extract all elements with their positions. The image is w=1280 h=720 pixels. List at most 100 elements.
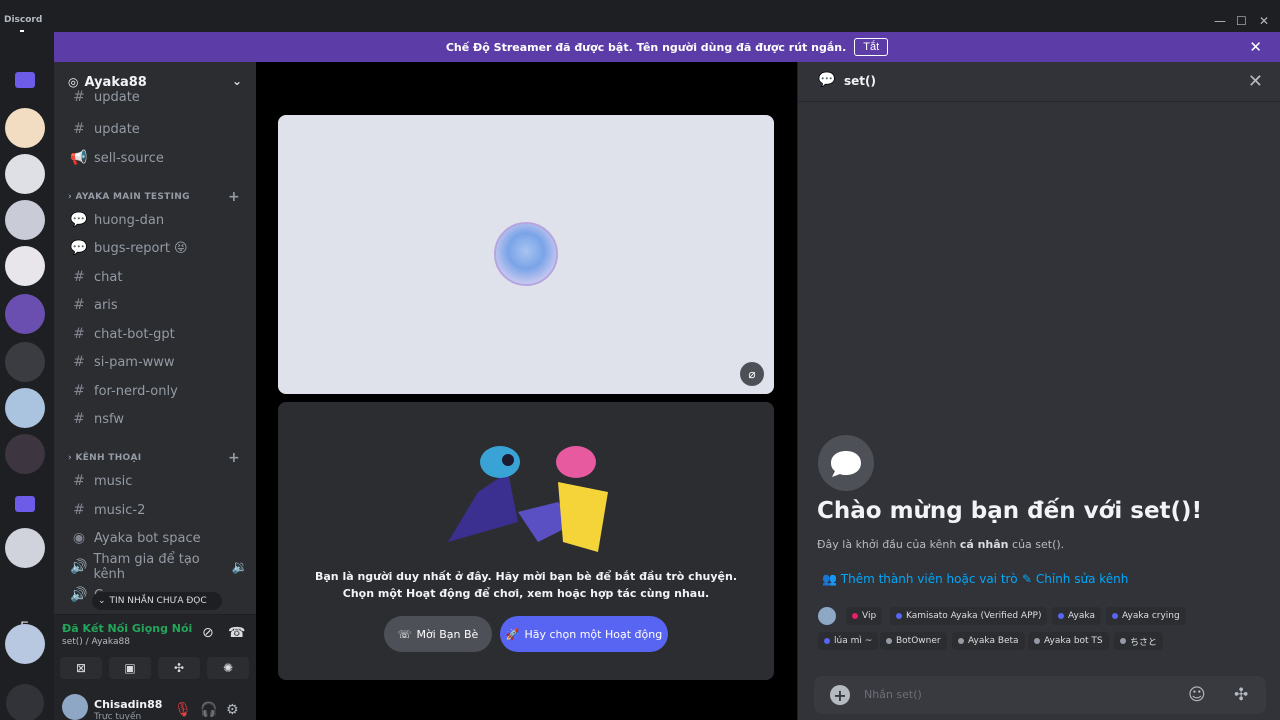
chat-header: 💬 set() ✕	[798, 62, 1280, 102]
rocket-icon: 🚀	[505, 627, 520, 641]
soundboard-icon: ✺	[222, 661, 234, 675]
server-name: Ayaka88	[84, 74, 147, 90]
server-icon[interactable]	[5, 342, 45, 382]
settings-gear-icon[interactable]: ⚙	[226, 702, 239, 718]
invite-message-line2: Chọn một Hoạt động để chơi, xem hoặc hợp…	[342, 587, 710, 600]
screen-share-button[interactable]: ▣	[109, 657, 151, 679]
server-icon[interactable]	[5, 624, 45, 664]
role-dot-icon	[852, 613, 858, 619]
role-tag[interactable]: Kamisato Ayaka (Verified APP)	[890, 607, 1048, 625]
role-tag[interactable]: Ayaka Beta	[952, 632, 1025, 650]
maximize-icon[interactable]: ☐	[1236, 14, 1247, 28]
chat-bubble-icon	[818, 435, 874, 491]
disconnect-icon[interactable]: ☎	[228, 625, 245, 641]
app-title: Discord	[4, 15, 43, 25]
server-icon[interactable]	[5, 388, 45, 428]
folder-icon[interactable]	[15, 72, 35, 88]
chevron-down-icon[interactable]: ⌄	[232, 74, 242, 88]
role-tag[interactable]: Ayaka bot TS	[1028, 632, 1109, 650]
discover-icon[interactable]	[6, 684, 44, 720]
disable-streamer-button[interactable]: Tắt	[854, 38, 889, 56]
server-icon[interactable]	[5, 200, 45, 240]
role-tag[interactable]: Ayaka crying	[1106, 607, 1186, 625]
folder-icon[interactable]	[15, 496, 35, 512]
participant-tile[interactable]: ⌀	[278, 115, 774, 394]
avatar[interactable]	[818, 607, 836, 625]
hash-icon: #	[73, 269, 85, 285]
channel-item[interactable]: # aris	[62, 292, 248, 318]
unread-messages-pill[interactable]: ⌄ TIN NHẮN CHƯA ĐỌC	[92, 592, 222, 610]
banner-close-icon[interactable]: ✕	[1249, 38, 1262, 56]
role-tag[interactable]: Vip	[846, 607, 883, 625]
announcement-icon: 📢	[70, 150, 88, 166]
speaker-icon: 🔊	[70, 559, 88, 575]
server-icon[interactable]	[5, 246, 45, 286]
role-tag[interactable]: ちさと	[1114, 632, 1164, 650]
server-icon[interactable]	[5, 528, 45, 568]
hash-icon: #	[73, 90, 85, 104]
server-icon[interactable]	[5, 154, 45, 194]
channel-item[interactable]: 📢 sell-source	[62, 145, 248, 171]
close-window-icon[interactable]: ✕	[1259, 14, 1269, 28]
channel-item[interactable]: # si-pam-www	[62, 349, 248, 375]
channel-item[interactable]: # chat-bot-gpt	[62, 321, 248, 347]
add-channel-icon[interactable]: +	[228, 450, 240, 466]
choose-activity-button[interactable]: 🚀 Hãy chọn một Hoạt động	[500, 616, 668, 652]
channel-item[interactable]: # music	[62, 468, 248, 494]
soundboard-button[interactable]: ✺	[207, 657, 249, 679]
category-header[interactable]: › AYAKA MAIN TESTING +	[62, 189, 248, 205]
hash-icon: #	[73, 326, 85, 342]
hash-icon: #	[73, 411, 85, 427]
emoji-icon[interactable]: ☺	[1188, 685, 1206, 705]
video-off-button[interactable]: ⊠	[60, 657, 102, 679]
channel-item[interactable]: # update	[62, 90, 248, 104]
minimize-icon[interactable]: —	[1214, 14, 1226, 28]
role-tag[interactable]: Ayaka	[1052, 607, 1101, 625]
attach-plus-icon[interactable]: +	[830, 685, 850, 705]
edit-channel-link[interactable]: ✎ Chỉnh sửa kênh	[1022, 572, 1128, 586]
category-header[interactable]: › KÊNH THOẠI +	[62, 450, 248, 466]
banner-text: Chế Độ Streamer đã được bật. Tên người d…	[445, 40, 847, 54]
channel-item[interactable]: # update	[62, 116, 248, 142]
message-composer: + Nhắn set() ☺ ✣	[814, 676, 1266, 714]
role-tag[interactable]: BotOwner	[880, 632, 947, 650]
server-icon[interactable]	[5, 434, 45, 474]
hash-icon: #	[73, 121, 85, 137]
channel-item[interactable]: # for-nerd-only	[62, 378, 248, 404]
add-members-link[interactable]: 👥 Thêm thành viên hoặc vai trò	[822, 572, 1018, 586]
hash-icon: #	[73, 354, 85, 370]
server-icon[interactable]	[5, 108, 45, 148]
add-channel-icon[interactable]: +	[228, 189, 240, 205]
chat-title: set()	[844, 74, 876, 88]
invite-friends-button[interactable]: ☏ Mời Bạn Bè	[384, 616, 492, 652]
voice-status[interactable]: Đã Kết Nối Giọng Nói	[62, 622, 192, 635]
headphones-icon[interactable]: 🎧	[200, 702, 217, 718]
chat-bubble-icon: 💬	[818, 72, 836, 88]
noise-suppression-icon[interactable]: ⊘	[202, 625, 214, 641]
avatar[interactable]	[62, 694, 88, 720]
channel-item[interactable]: # chat	[62, 264, 248, 290]
server-badge-icon: ◎	[68, 75, 79, 89]
message-input[interactable]: Nhắn set()	[864, 688, 922, 701]
mic-muted-icon[interactable]: 🎙	[174, 702, 192, 718]
volume-icon: 🔉	[231, 559, 248, 575]
role-dot-icon	[1034, 638, 1040, 644]
forum-icon: 💬	[70, 240, 88, 256]
channel-item[interactable]: 💬 huong-dan	[62, 207, 248, 233]
channel-item[interactable]: # nsfw	[62, 406, 248, 432]
welcome-heading: Chào mừng bạn đến với set()!	[817, 498, 1203, 524]
server-icon[interactable]	[5, 294, 45, 334]
channel-item[interactable]: # music-2	[62, 497, 248, 523]
add-user-icon: ☏	[397, 627, 412, 641]
close-icon[interactable]: ✕	[1248, 71, 1263, 92]
channel-item[interactable]: ◉ Ayaka bot space	[62, 525, 248, 551]
camera-off-icon: ⊠	[75, 661, 87, 675]
apps-icon[interactable]: ✣	[1234, 685, 1248, 705]
role-tag[interactable]: lúa mì ~	[818, 632, 879, 650]
voice-location[interactable]: set() / Ayaka88	[62, 637, 130, 647]
activities-button[interactable]: ✣	[158, 657, 200, 679]
discord-window: Discord — ☐ ✕ Chế Độ Streamer đã được bậ…	[0, 0, 1280, 720]
channel-item[interactable]: 🔊 Tham gia để tạo kênh 🔉	[62, 552, 248, 582]
username[interactable]: Chisadin88	[94, 698, 162, 711]
channel-item[interactable]: 💬 bugs-report 😝	[62, 235, 248, 261]
